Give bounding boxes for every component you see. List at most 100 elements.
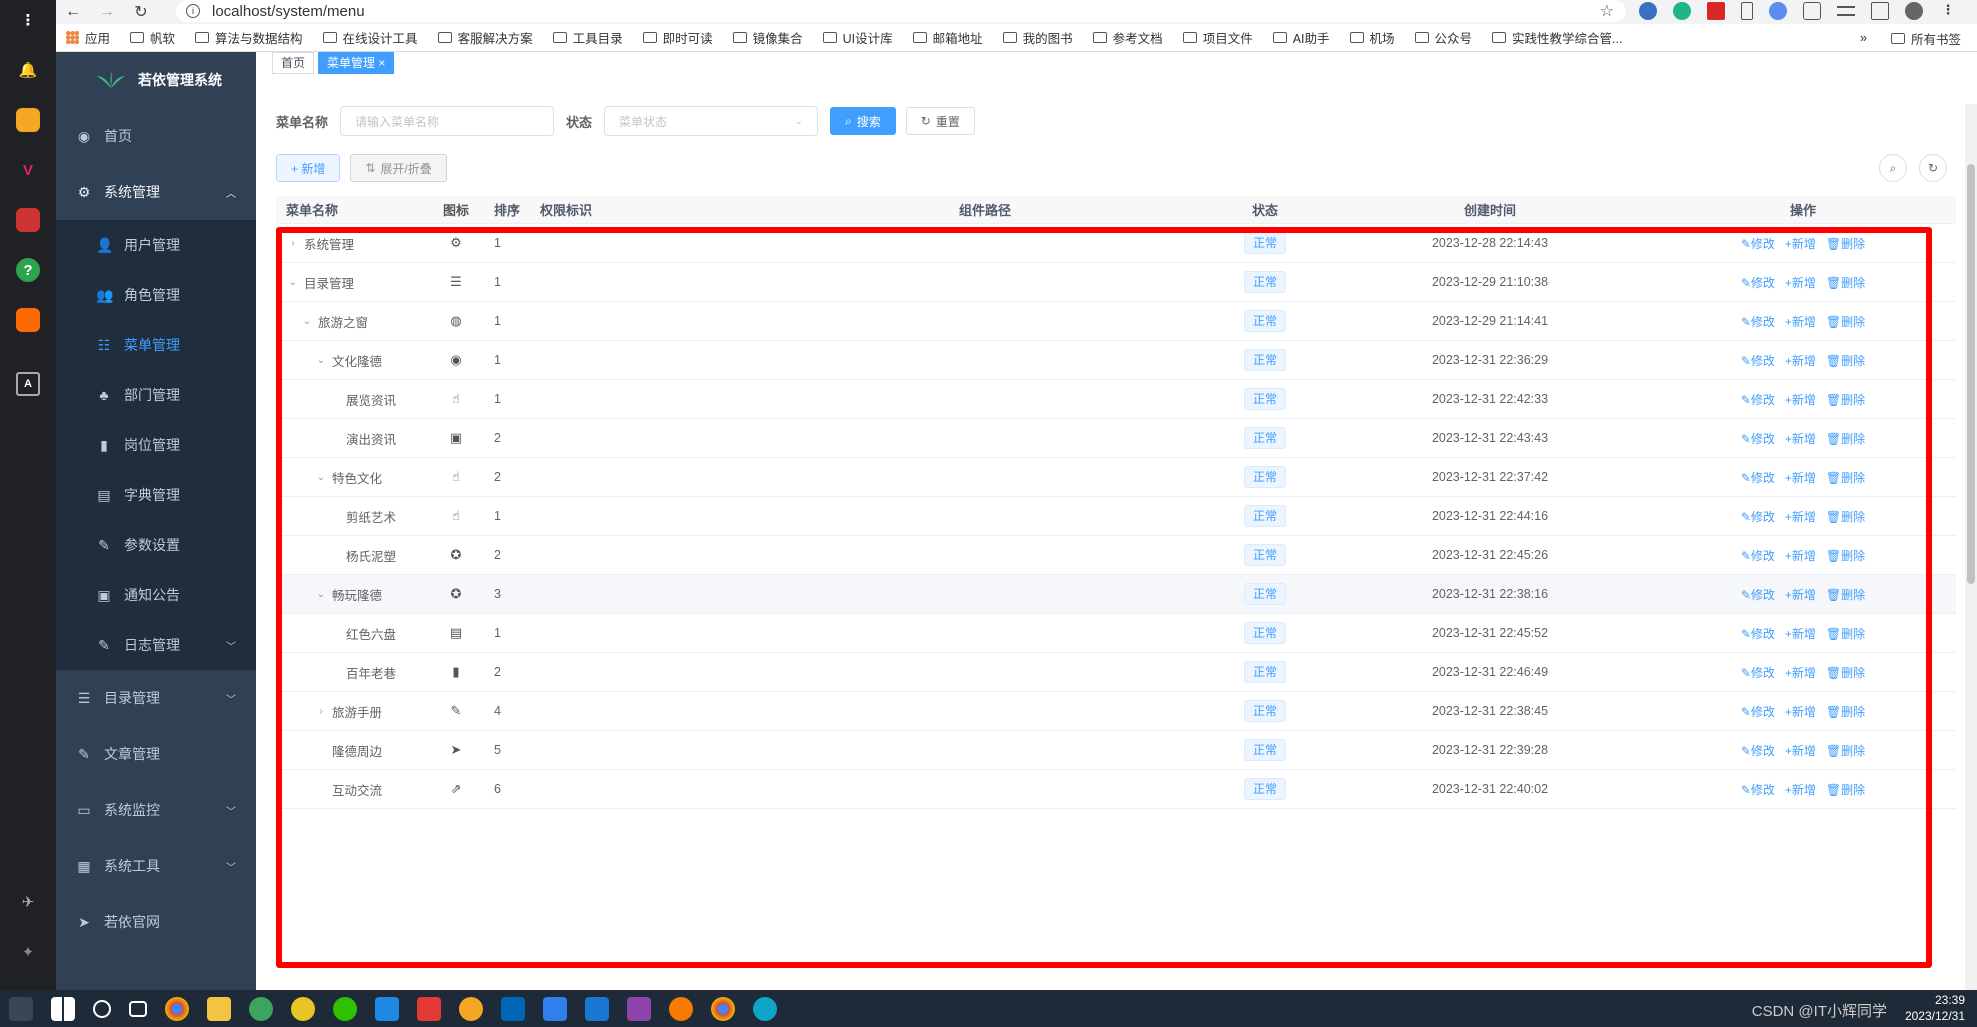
- search-button[interactable]: ⌕ 搜索: [830, 107, 896, 135]
- edit-button[interactable]: ✎修改: [1741, 664, 1775, 681]
- table-row[interactable]: 隆德周边 ➤ 5 正常 2023-12-31 22:39:28 ✎修改 +新增 🗑删除: [276, 731, 1956, 770]
- edit-button[interactable]: ✎修改: [1741, 703, 1775, 720]
- reset-button[interactable]: ↻ 重置: [905, 107, 975, 135]
- delete-button[interactable]: 🗑删除: [1826, 313, 1865, 330]
- task-view-icon[interactable]: [129, 1000, 147, 1017]
- extension-icon[interactable]: [1639, 2, 1657, 20]
- vscode-icon[interactable]: [501, 996, 525, 1021]
- table-row[interactable]: › 系统管理 ⚙ 1 正常 2023-12-28 22:14:43 ✎修改 +新增 🗑删除: [276, 224, 1956, 263]
- table-row[interactable]: 互动交流 ⇗ 6 正常 2023-12-31 22:40:02 ✎修改 +新增 🗑删除: [276, 770, 1956, 809]
- intellij-icon[interactable]: [417, 996, 441, 1021]
- delete-button[interactable]: 🗑删除: [1826, 469, 1865, 486]
- chrome-icon[interactable]: [165, 996, 189, 1021]
- app-icon[interactable]: [459, 996, 483, 1021]
- app-icon[interactable]: [669, 996, 693, 1021]
- bookmark-icon[interactable]: [1741, 2, 1753, 20]
- add-child-button[interactable]: +新增: [1785, 274, 1816, 291]
- bookmark-item[interactable]: 实践性教学综合管...: [1492, 28, 1622, 47]
- add-child-button[interactable]: +新增: [1785, 313, 1816, 330]
- add-child-button[interactable]: +新增: [1785, 469, 1816, 486]
- sidebar-item[interactable]: ⚙ 系统管理 ︿: [56, 164, 256, 220]
- star-icon[interactable]: ☆: [1600, 1, 1614, 21]
- search-icon[interactable]: [93, 999, 111, 1018]
- edit-button[interactable]: ✎修改: [1741, 469, 1775, 486]
- extension-icon[interactable]: [1707, 2, 1725, 20]
- sidebar-subitem[interactable]: 👤 用户管理: [56, 220, 256, 270]
- delete-button[interactable]: 🗑删除: [1826, 742, 1865, 759]
- tag-1[interactable]: 菜单管理 ×: [318, 52, 395, 74]
- toggle-search-icon[interactable]: ⌕: [1879, 154, 1907, 182]
- bookmark-item[interactable]: 项目文件: [1182, 28, 1253, 47]
- airplane-icon[interactable]: ✈: [16, 890, 40, 914]
- page-scrollbar[interactable]: [1965, 104, 1977, 1027]
- bookmark-item[interactable]: 公众号: [1414, 28, 1472, 47]
- more-bookmarks-icon[interactable]: »: [1860, 31, 1867, 45]
- add-child-button[interactable]: +新增: [1785, 352, 1816, 369]
- bookmark-item[interactable]: 我的图书: [1002, 28, 1073, 47]
- sidebar-item[interactable]: ✎ 文章管理: [56, 726, 256, 782]
- media-icon[interactable]: [1837, 6, 1855, 16]
- edit-button[interactable]: ✎修改: [1741, 430, 1775, 447]
- edit-button[interactable]: ✎修改: [1741, 508, 1775, 525]
- table-row[interactable]: ⌄ 文化隆德 ◉ 1 正常 2023-12-31 22:36:29 ✎修改 +新增 🗑删除: [276, 341, 1956, 380]
- delete-button[interactable]: 🗑删除: [1826, 430, 1865, 447]
- clock[interactable]: 23:39 2023/12/31: [1905, 992, 1965, 1024]
- add-child-button[interactable]: +新增: [1785, 430, 1816, 447]
- translate-icon[interactable]: A: [16, 372, 40, 396]
- sidebar-item[interactable]: ☰ 目录管理 ﹀: [56, 670, 256, 726]
- table-row[interactable]: › 旅游手册 ✎ 4 正常 2023-12-31 22:38:45 ✎修改 +新增 🗑删除: [276, 692, 1956, 731]
- bookmark-item[interactable]: AI助手: [1272, 28, 1330, 47]
- edit-button[interactable]: ✎修改: [1741, 313, 1775, 330]
- add-child-button[interactable]: +新增: [1785, 586, 1816, 603]
- tag-0[interactable]: 首页: [272, 52, 315, 74]
- bookmark-item[interactable]: 应用: [66, 28, 110, 47]
- sidebar-subitem[interactable]: ✎ 日志管理 ﹀: [56, 620, 256, 670]
- delete-button[interactable]: 🗑删除: [1826, 664, 1865, 681]
- app-icon[interactable]: [585, 996, 609, 1021]
- delete-button[interactable]: 🗑删除: [1826, 508, 1865, 525]
- table-row[interactable]: 红色六盘 ▤ 1 正常 2023-12-31 22:45:52 ✎修改 +新增 🗑删除: [276, 614, 1956, 653]
- add-child-button[interactable]: +新增: [1785, 625, 1816, 642]
- back-icon[interactable]: ←: [56, 0, 90, 24]
- add-child-button[interactable]: +新增: [1785, 664, 1816, 681]
- bookmark-item[interactable]: 参考文档: [1092, 28, 1163, 47]
- expand-toggle-icon[interactable]: ⌄: [314, 355, 328, 366]
- edit-button[interactable]: ✎修改: [1741, 781, 1775, 798]
- sidebar-item[interactable]: ▭ 系统监控 ﹀: [56, 782, 256, 838]
- edit-button[interactable]: ✎修改: [1741, 274, 1775, 291]
- edit-button[interactable]: ✎修改: [1741, 235, 1775, 252]
- sidebar-item[interactable]: ▦ 系统工具 ﹀: [56, 838, 256, 894]
- add-menu-button[interactable]: + 新增: [276, 154, 341, 182]
- profile-avatar[interactable]: [1905, 2, 1923, 20]
- delete-button[interactable]: 🗑删除: [1826, 703, 1865, 720]
- bookmark-item[interactable]: UI设计库: [822, 28, 893, 47]
- bookmark-item[interactable]: 帆软: [130, 28, 175, 47]
- sidebar-subitem[interactable]: 👥 角色管理: [56, 270, 256, 320]
- status-select[interactable]: 菜单状态 ⌄: [604, 106, 819, 136]
- expand-toggle-icon[interactable]: ⌄: [300, 316, 314, 327]
- delete-button[interactable]: 🗑删除: [1826, 586, 1865, 603]
- bookmark-item[interactable]: 算法与数据结构: [195, 28, 303, 47]
- bookmark-item[interactable]: 机场: [1349, 28, 1395, 47]
- menu-dots-icon[interactable]: ⋮: [16, 8, 40, 32]
- vivaldi-icon[interactable]: V: [16, 158, 40, 182]
- add-child-button[interactable]: +新增: [1785, 508, 1816, 525]
- expand-toggle-icon[interactable]: ⌄: [314, 589, 328, 600]
- add-child-button[interactable]: +新增: [1785, 781, 1816, 798]
- add-child-button[interactable]: +新增: [1785, 703, 1816, 720]
- bookmark-item[interactable]: 邮箱地址: [912, 28, 983, 47]
- delete-button[interactable]: 🗑删除: [1826, 547, 1865, 564]
- bird-icon[interactable]: [16, 208, 40, 232]
- delete-button[interactable]: 🗑删除: [1826, 781, 1865, 798]
- edit-button[interactable]: ✎修改: [1741, 352, 1775, 369]
- bookmark-item[interactable]: 工具目录: [552, 28, 623, 47]
- sidebar-subitem[interactable]: ▮ 岗位管理: [56, 420, 256, 470]
- database-icon[interactable]: [16, 108, 40, 132]
- forward-icon[interactable]: →: [90, 0, 124, 24]
- edit-button[interactable]: ✎修改: [1741, 547, 1775, 564]
- sidebar-subitem[interactable]: ▤ 字典管理: [56, 470, 256, 520]
- delete-button[interactable]: 🗑删除: [1826, 352, 1865, 369]
- table-row[interactable]: 演出资讯 ▣ 2 正常 2023-12-31 22:43:43 ✎修改 +新增 🗑删除: [276, 419, 1956, 458]
- table-row[interactable]: ⌄ 旅游之窗 ◍ 1 正常 2023-12-29 21:14:41 ✎修改 +新增 🗑删除: [276, 302, 1956, 341]
- bookmark-item[interactable]: 镜像集合: [732, 28, 803, 47]
